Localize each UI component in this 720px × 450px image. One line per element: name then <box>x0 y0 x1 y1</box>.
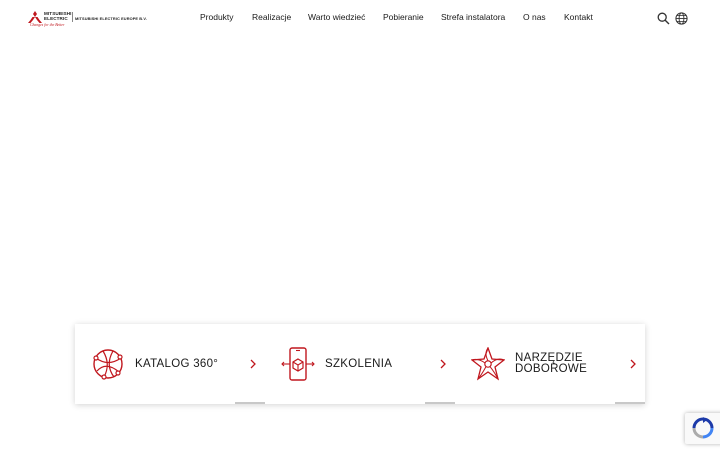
recaptcha-badge[interactable] <box>685 413 720 444</box>
card-szkolenia[interactable]: SZKOLENIA <box>265 324 455 404</box>
nav-item-produkty[interactable]: Produkty <box>200 12 234 22</box>
nav-item-o-nas[interactable]: O nas <box>523 12 546 22</box>
logo-divider <box>72 12 73 22</box>
card-label: NARZĘDZIE DOBOROWE <box>515 324 587 404</box>
card-accent-bar <box>615 402 645 404</box>
card-label: SZKOLENIA <box>325 324 392 404</box>
card-narzedzie-doborowe[interactable]: NARZĘDZIE DOBOROWE <box>455 324 645 404</box>
nav-item-warto-wiedziec[interactable]: Warto wiedzieć <box>308 12 365 22</box>
card-katalog-360[interactable]: KATALOG 360° <box>75 324 265 404</box>
nav-item-strefa-instalatora[interactable]: Strefa instalatora <box>441 12 505 22</box>
card-label-line1: KATALOG 360° <box>135 357 219 370</box>
chevron-right-icon <box>250 359 256 369</box>
card-accent-bar <box>425 402 455 404</box>
card-label: KATALOG 360° <box>135 324 218 404</box>
quick-links-panel: KATALOG 360° SZKOLENIA NARZĘDZIE DOBOROW… <box>75 324 645 404</box>
globe-icon[interactable] <box>675 12 688 25</box>
nav-item-kontakt[interactable]: Kontakt <box>564 12 593 22</box>
search-icon[interactable] <box>657 12 670 25</box>
nav-item-pobieranie[interactable]: Pobieranie <box>383 12 424 22</box>
logo-company-name: MITSUBISHI ELECTRIC EUROPE B.V. <box>75 16 147 21</box>
recaptcha-icon <box>692 417 714 439</box>
fan-star-icon <box>471 347 505 381</box>
phone-cube-icon <box>281 347 315 381</box>
site-header: MITSUBISHI ELECTRIC Changes for the Bett… <box>0 0 720 36</box>
globe-network-icon <box>93 349 123 380</box>
logo-tagline: Changes for the Better <box>30 23 65 27</box>
card-label-line1: SZKOLENIA <box>325 357 393 370</box>
chevron-right-icon <box>630 359 636 369</box>
card-label-line2: DOBOROWE <box>515 363 588 375</box>
mitsubishi-electric-logo[interactable]: MITSUBISHI ELECTRIC Changes for the Bett… <box>28 10 154 28</box>
logo-text-line2: ELECTRIC <box>44 16 68 21</box>
three-diamonds-icon <box>28 11 42 23</box>
nav-item-realizacje[interactable]: Realizacje <box>252 12 291 22</box>
chevron-right-icon <box>440 359 446 369</box>
card-accent-bar <box>235 402 265 404</box>
